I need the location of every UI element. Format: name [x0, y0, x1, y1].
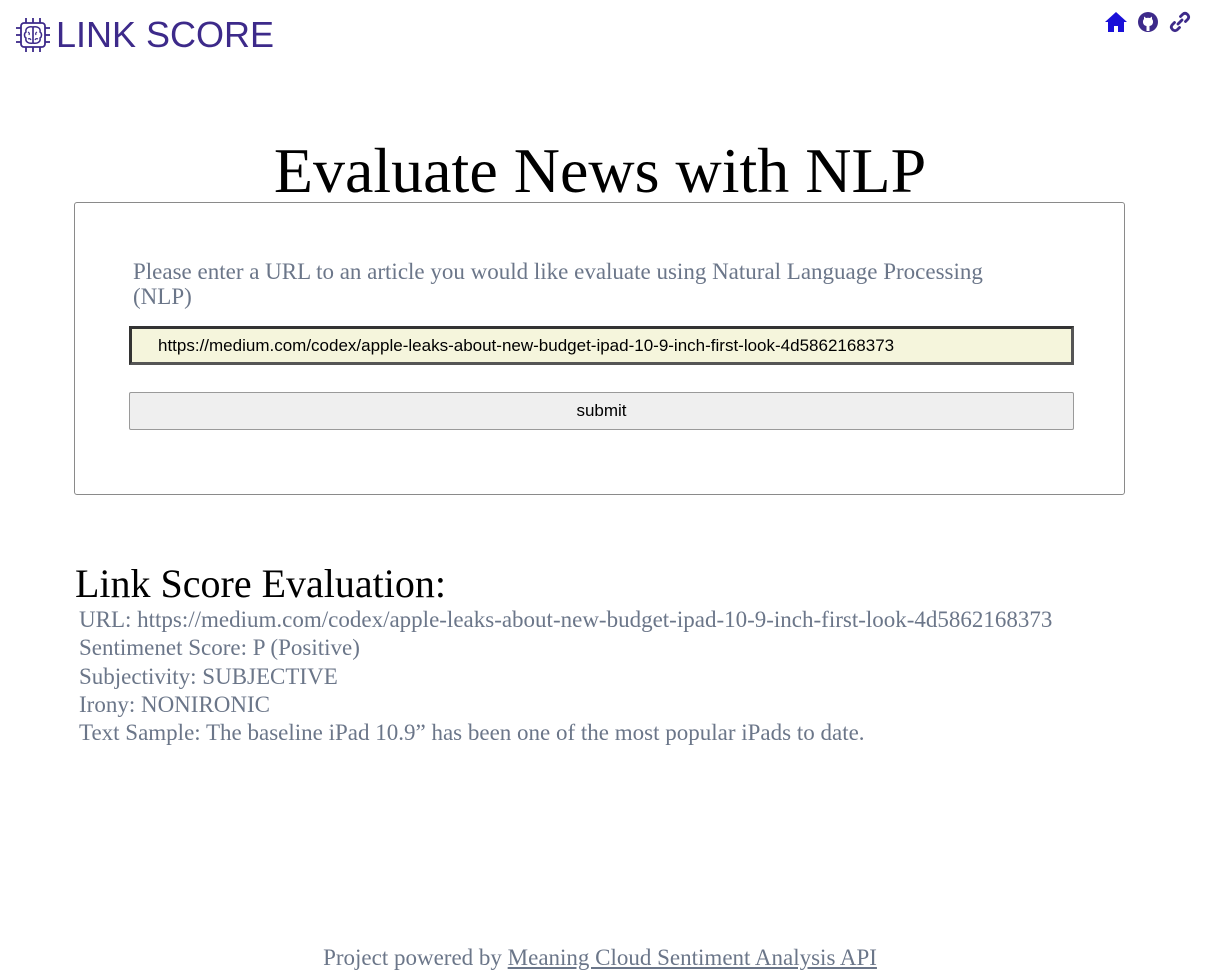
result-url: URL: https://medium.com/codex/apple-leak… [79, 607, 1053, 632]
results-list: URL: https://medium.com/codex/apple-leak… [79, 606, 1052, 747]
home-icon[interactable] [1104, 10, 1128, 34]
logo-link[interactable]: LINK SCORE [14, 14, 274, 56]
url-input[interactable] [129, 326, 1074, 365]
results-title: Link Score Evaluation: [75, 561, 447, 606]
brain-chip-icon [14, 16, 52, 54]
github-icon[interactable] [1136, 10, 1160, 34]
page-title: Evaluate News with NLP [273, 135, 927, 206]
logo-text: LINK SCORE [56, 14, 275, 55]
footer-prefix: Project powered by [323, 945, 508, 970]
result-text-sample: Text Sample: The baseline iPad 10.9” has… [79, 720, 865, 746]
url-form-card: Please enter a URL to an article you wou… [74, 202, 1125, 495]
url-form-label: Please enter a URL to an article you wou… [133, 259, 983, 309]
result-sentiment: Sentimenet Score: P (Positive) [79, 635, 360, 661]
footer: Project powered by Meaning Cloud Sentime… [0, 944, 1200, 972]
submit-button[interactable]: submit [129, 392, 1074, 430]
result-subjectivity: Subjectivity: SUBJECTIVE [79, 663, 338, 689]
link-icon[interactable] [1168, 10, 1192, 34]
top-nav [1104, 10, 1192, 34]
api-link[interactable]: Meaning Cloud Sentiment Analysis API [508, 945, 877, 970]
result-irony: Irony: NONIRONIC [79, 691, 271, 717]
